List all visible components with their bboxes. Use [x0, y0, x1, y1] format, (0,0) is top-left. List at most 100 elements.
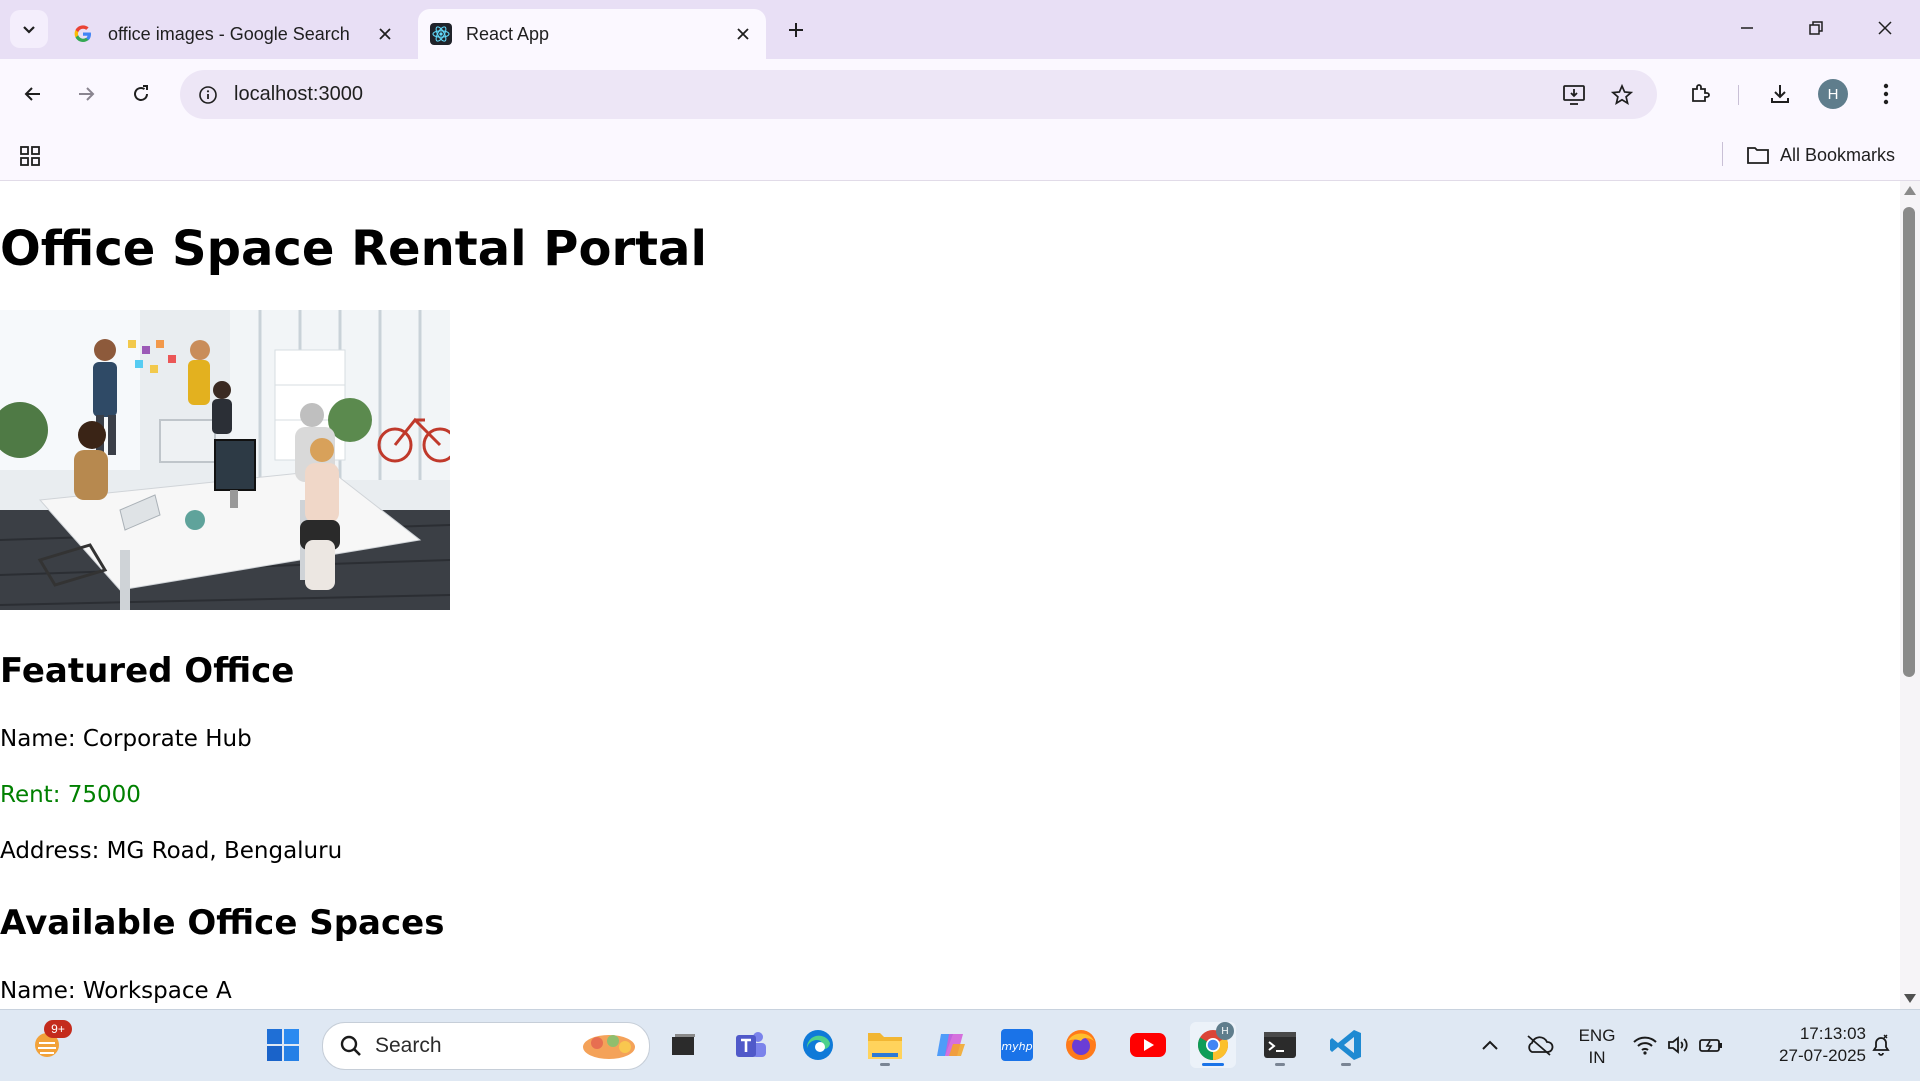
page-scrollbar[interactable]	[1900, 181, 1920, 1009]
task-view-icon	[672, 1034, 695, 1055]
tray-overflow-button[interactable]	[1467, 1022, 1513, 1068]
url-input[interactable]	[234, 78, 1534, 110]
restore-icon	[1809, 21, 1823, 35]
tab-title: React App	[466, 23, 550, 44]
tab-search-button[interactable]	[10, 10, 48, 48]
office-image	[0, 310, 450, 610]
notification-badge: 9+	[44, 1020, 72, 1038]
install-app-icon[interactable]	[1558, 79, 1590, 111]
windows-logo-icon	[267, 1029, 299, 1061]
task-view-app[interactable]	[660, 1022, 706, 1068]
apps-grid-icon[interactable]	[14, 140, 46, 172]
reload-button[interactable]	[121, 74, 161, 114]
chevron-down-icon	[23, 26, 35, 34]
firefox-icon	[1066, 1030, 1096, 1060]
back-button[interactable]	[13, 74, 53, 114]
bookmarks-divider	[1722, 142, 1723, 166]
arrow-right-icon	[79, 87, 95, 101]
notification-center-button[interactable]	[1858, 1022, 1904, 1068]
edge-app[interactable]	[795, 1022, 841, 1068]
all-bookmarks-button[interactable]: All Bookmarks	[1746, 138, 1895, 172]
available-office-name: Name: Workspace A	[0, 978, 232, 1004]
svg-text:myhp: myhp	[1001, 1040, 1032, 1053]
onedrive-tray[interactable]	[1516, 1022, 1562, 1068]
volume-icon	[1668, 1036, 1688, 1054]
download-icon[interactable]	[1760, 74, 1800, 114]
copilot-icon	[937, 1034, 965, 1056]
clock[interactable]: 17:13:03 27-07-2025	[1756, 1023, 1866, 1067]
running-indicator	[880, 1063, 890, 1066]
folder-icon	[1746, 145, 1770, 165]
available-heading: Available Office Spaces	[0, 903, 445, 943]
terminal-icon	[1264, 1032, 1296, 1058]
close-icon[interactable]	[372, 21, 398, 47]
running-indicator	[1341, 1063, 1351, 1066]
copilot-app[interactable]	[928, 1022, 974, 1068]
quick-settings[interactable]	[1628, 1022, 1728, 1068]
notification-bell-icon	[1872, 1034, 1890, 1056]
search-highlight-icon	[583, 1035, 635, 1059]
address-bar[interactable]	[180, 70, 1657, 119]
chrome-app[interactable]: H	[1190, 1022, 1236, 1068]
clock-time: 17:13:03	[1799, 1024, 1866, 1043]
arrow-left-icon	[24, 87, 40, 101]
running-indicator	[1202, 1063, 1224, 1066]
scroll-up-arrow-icon[interactable]	[1904, 186, 1916, 195]
language-indicator[interactable]: ENG IN	[1572, 1025, 1622, 1069]
firefox-app[interactable]	[1058, 1022, 1104, 1068]
region-code: IN	[1588, 1048, 1606, 1067]
featured-address: Address: MG Road, Bengaluru	[0, 838, 343, 864]
windows-taskbar: 9+ Search myhp H ENG IN 17:13:03 27-07-2…	[0, 1009, 1920, 1081]
google-g-icon	[72, 23, 94, 45]
featured-rent: Rent: 75000	[0, 782, 141, 808]
teams-icon	[736, 1032, 766, 1057]
tab-react-app[interactable]: React App	[418, 9, 766, 59]
profile-avatar[interactable]: H	[1818, 79, 1848, 109]
new-tab-button[interactable]	[780, 14, 812, 46]
minimize-icon	[1741, 27, 1753, 29]
battery-charging-icon	[1699, 1039, 1722, 1052]
tab-google-search[interactable]: office images - Google Search	[60, 9, 408, 59]
chrome-profile-badge: H	[1216, 1022, 1234, 1040]
weather-widget[interactable]: 9+	[24, 1020, 72, 1068]
page-viewport: Office Space Rental Portal Featured Offi…	[0, 181, 1900, 1009]
toolbar-divider	[1738, 85, 1739, 105]
cloud-off-icon	[1527, 1035, 1554, 1056]
file-explorer-app[interactable]	[862, 1022, 908, 1068]
scroll-down-arrow-icon[interactable]	[1904, 994, 1916, 1003]
close-window-button[interactable]	[1862, 8, 1908, 48]
taskbar-search[interactable]: Search	[322, 1022, 650, 1070]
vscode-icon	[1330, 1030, 1361, 1060]
plus-icon	[789, 23, 803, 37]
terminal-app[interactable]	[1257, 1022, 1303, 1068]
page-title: Office Space Rental Portal	[0, 221, 707, 277]
teams-app[interactable]	[727, 1022, 773, 1068]
vscode-app[interactable]	[1323, 1022, 1369, 1068]
wifi-icon	[1633, 1036, 1657, 1055]
featured-heading: Featured Office	[0, 651, 295, 691]
tab-strip: office images - Google Search React App	[0, 0, 1920, 59]
featured-name: Name: Corporate Hub	[0, 726, 252, 752]
reload-icon	[134, 85, 148, 101]
scroll-thumb[interactable]	[1903, 207, 1915, 677]
myhp-app[interactable]: myhp	[994, 1022, 1040, 1068]
all-bookmarks-label: All Bookmarks	[1780, 144, 1896, 165]
search-icon	[340, 1035, 361, 1056]
extensions-icon[interactable]	[1680, 74, 1720, 114]
menu-kebab-icon[interactable]	[1866, 74, 1906, 114]
clock-date: 27-07-2025	[1779, 1046, 1866, 1065]
minimize-button[interactable]	[1724, 8, 1770, 48]
search-label: Search	[375, 1034, 442, 1057]
close-icon	[1878, 21, 1892, 35]
info-icon[interactable]	[192, 79, 224, 111]
react-icon	[430, 23, 452, 45]
start-button[interactable]	[260, 1022, 306, 1068]
chevron-up-icon	[1482, 1040, 1498, 1050]
myhp-icon: myhp	[1001, 1029, 1033, 1061]
close-icon[interactable]	[730, 21, 756, 47]
edge-icon	[803, 1030, 833, 1060]
forward-button[interactable]	[66, 74, 106, 114]
bookmark-star-icon[interactable]	[1606, 79, 1638, 111]
youtube-app[interactable]	[1125, 1022, 1171, 1068]
restore-button[interactable]	[1793, 8, 1839, 48]
